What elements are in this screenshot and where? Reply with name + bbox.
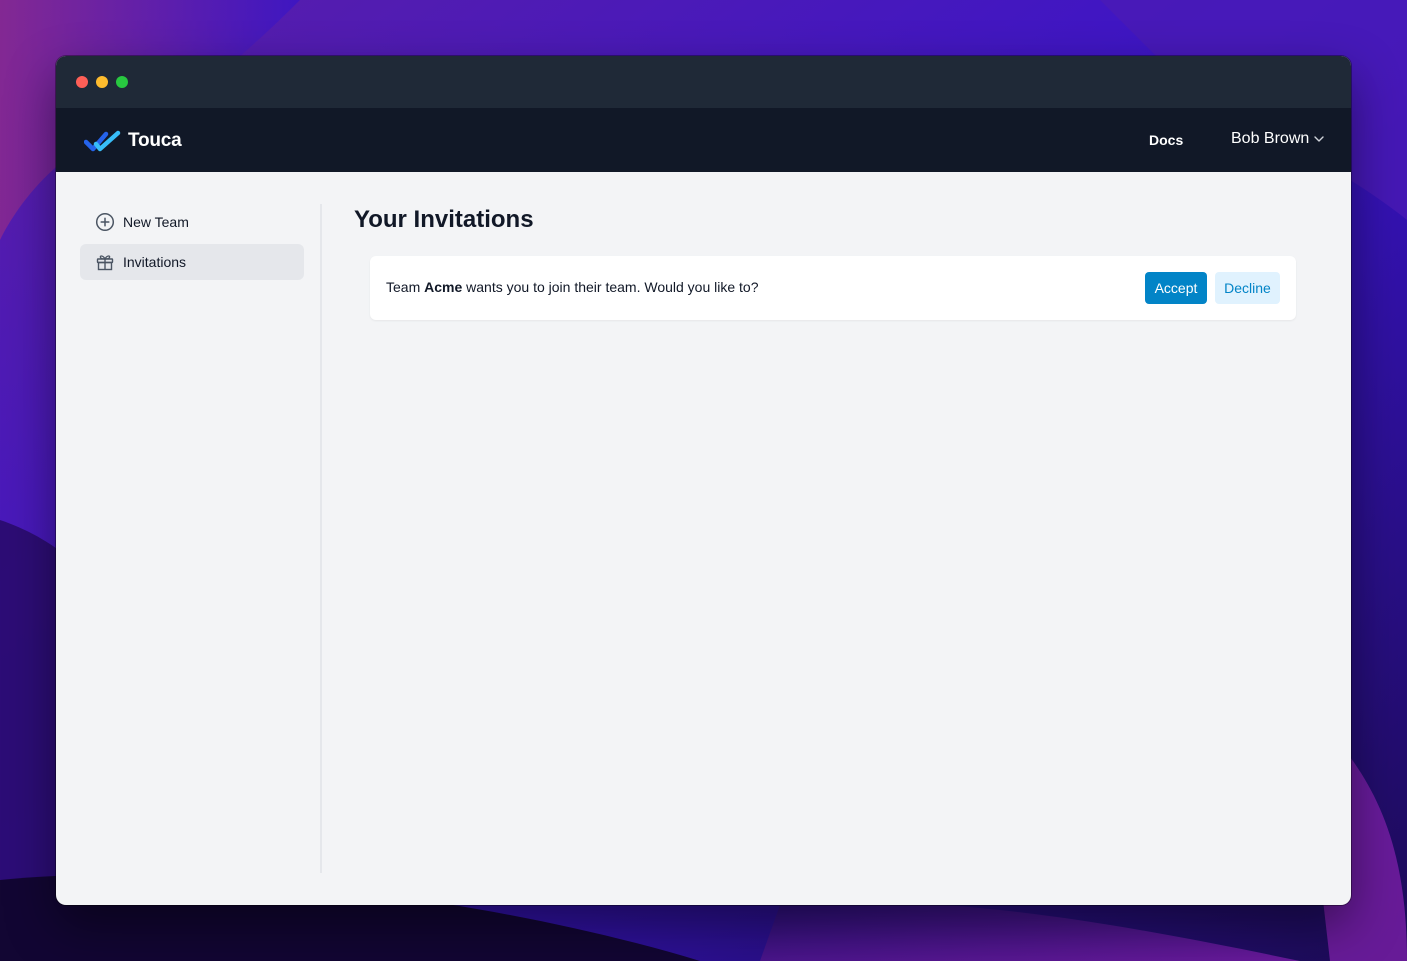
invitation-suffix: wants you to join their team. Would you … — [466, 279, 759, 295]
sidebar: New Team Invitations — [80, 204, 304, 284]
brand-logo-link[interactable]: Touca — [84, 126, 182, 156]
maximize-window-button[interactable] — [116, 76, 128, 88]
gift-icon — [95, 252, 115, 272]
sidebar-item-new-team[interactable]: New Team — [80, 204, 304, 240]
brand-name: Touca — [128, 130, 182, 151]
user-name: Bob Brown — [1231, 130, 1310, 147]
main-panel: Your Invitations Team Acme wants you to … — [354, 204, 1296, 320]
sidebar-item-label: New Team — [123, 214, 189, 230]
plus-circle-icon — [95, 212, 115, 232]
decline-invitation-button[interactable]: Decline — [1215, 272, 1280, 304]
minimize-window-button[interactable] — [96, 76, 108, 88]
top-navbar: Touca Docs Bob Brown — [56, 108, 1351, 172]
touca-logo-icon — [84, 130, 121, 152]
accept-invitation-button[interactable]: Accept — [1145, 272, 1207, 304]
sidebar-item-invitations[interactable]: Invitations — [80, 244, 304, 280]
page-title: Your Invitations — [354, 206, 534, 233]
chevron-down-icon — [1314, 136, 1324, 142]
invitation-prefix: Team — [386, 279, 421, 295]
sidebar-divider — [320, 204, 322, 873]
page-content: New Team Invitations Your Invitations Te… — [56, 172, 1351, 905]
close-window-button[interactable] — [76, 76, 88, 88]
window-titlebar — [56, 56, 1351, 108]
invitation-message: Team Acme wants you to join their team. … — [386, 279, 759, 295]
invitation-card: Team Acme wants you to join their team. … — [370, 256, 1296, 320]
app-window: Touca Docs Bob Brown New Team Invitation… — [56, 56, 1351, 905]
docs-link[interactable]: Docs — [1149, 132, 1183, 148]
user-menu-button[interactable]: Bob Brown — [1231, 130, 1325, 148]
invitation-team-name: Acme — [424, 279, 463, 295]
sidebar-item-label: Invitations — [123, 254, 187, 270]
